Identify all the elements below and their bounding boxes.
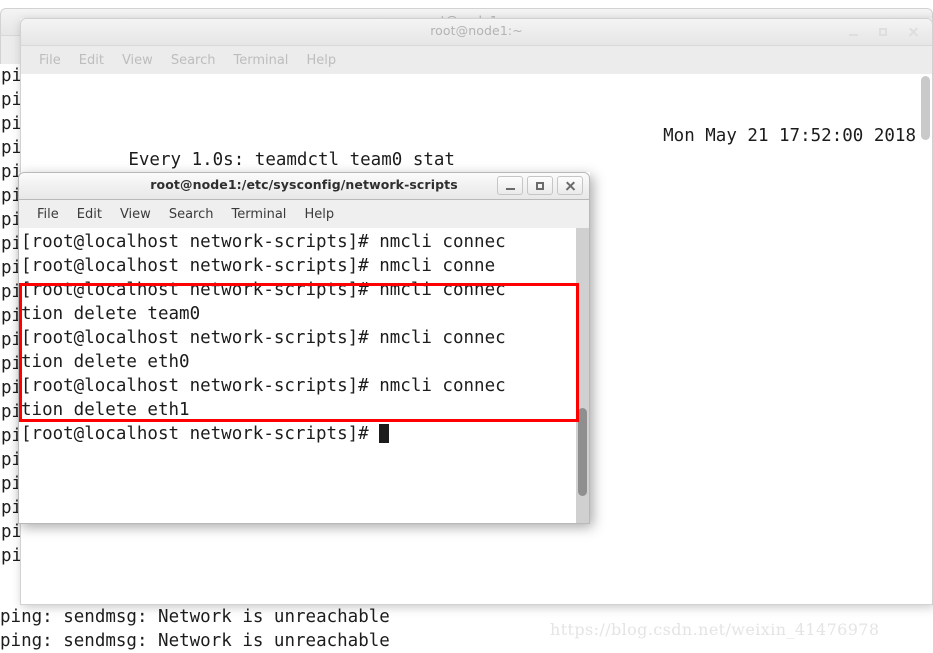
titlebar-middle[interactable]: root@node1:~ [20,18,933,46]
terminal-output-front: [root@localhost network-scripts]# nmcli … [19,228,589,446]
menu-file-middle[interactable]: File [30,53,70,68]
window-controls-middle[interactable] [840,22,926,41]
maximize-button-middle[interactable] [870,22,896,41]
menu-edit-middle[interactable]: Edit [70,53,113,68]
terminal-line: [root@localhost network-scripts]# nmcli … [21,280,506,300]
watch-command-text: Every 1.0s: teamdctl team0 stat [128,150,455,170]
ping-error-line: ping: sendmsg: Network is unreachable [0,631,390,651]
terminal-line: [root@localhost network-scripts]# nmcli … [21,376,506,396]
maximize-icon [879,27,887,36]
window-title-middle: root@node1:~ [430,23,523,38]
desktop-screen: root@node1:~ File Edit View Search Termi… [0,0,933,653]
menubar-middle[interactable]: File Edit View Search Terminal Help [20,46,933,74]
terminal-line: tion delete eth0 [21,352,190,372]
terminal-line: tion delete team0 [21,304,201,324]
close-icon [908,27,918,37]
maximize-icon [536,181,544,190]
menu-terminal-middle[interactable]: Terminal [224,53,297,68]
scrollbar-trough-middle[interactable] [919,74,932,604]
scrollbar-thumb-front[interactable] [578,408,587,496]
watch-timestamp: Mon May 21 17:52:00 2018 [663,126,916,146]
ping-error-line: ping: sendmsg: Network is unreachable [0,607,390,627]
terminal-line: [root@localhost network-scripts]# nmcli … [21,256,496,276]
menu-help-middle[interactable]: Help [297,53,345,68]
menu-view-middle[interactable]: View [113,53,162,68]
minimize-icon [848,33,858,36]
terminal-content-front[interactable]: [root@localhost network-scripts]# nmcli … [18,228,590,524]
terminal-line: [root@localhost network-scripts]# [21,422,589,446]
terminal-line: tion delete eth1 [21,400,190,420]
close-button-front[interactable] [557,176,583,195]
scrollbar-thumb-middle[interactable] [921,76,930,140]
scrollbar-middle[interactable] [917,74,932,604]
close-icon [565,181,575,191]
menu-file-front[interactable]: File [28,207,68,222]
terminal-window-front[interactable]: root@node1:/etc/sysconfig/network-script… [18,172,590,524]
titlebar-front[interactable]: root@node1:/etc/sysconfig/network-script… [18,172,590,200]
minimize-icon [505,187,515,190]
minimize-button-middle[interactable] [840,22,866,41]
csdn-watermark: https://blog.csdn.net/weixin_41476978 [550,620,880,639]
menubar-front[interactable]: File Edit View Search Terminal Help [18,200,590,228]
scrollbar-front[interactable] [574,228,589,523]
watch-header-line: Every 1.0s: teamdctl team0 stat Mon May … [23,124,932,170]
menu-terminal-front[interactable]: Terminal [222,207,295,222]
minimize-button-front[interactable] [497,176,523,195]
menu-edit-front[interactable]: Edit [68,207,111,222]
menu-view-front[interactable]: View [111,207,160,222]
terminal-line: [root@localhost network-scripts]# nmcli … [21,328,506,348]
background-terminal-bottom-lines: ping: sendmsg: Network is unreachable pin… [0,605,390,653]
terminal-cursor-front [379,424,390,443]
menu-search-middle[interactable]: Search [162,53,225,68]
close-button-middle[interactable] [900,22,926,41]
maximize-button-front[interactable] [527,176,553,195]
terminal-line: [root@localhost network-scripts]# nmcli … [21,232,506,252]
menu-search-front[interactable]: Search [160,207,223,222]
window-controls-front[interactable] [497,176,583,195]
menu-help-front[interactable]: Help [295,207,343,222]
